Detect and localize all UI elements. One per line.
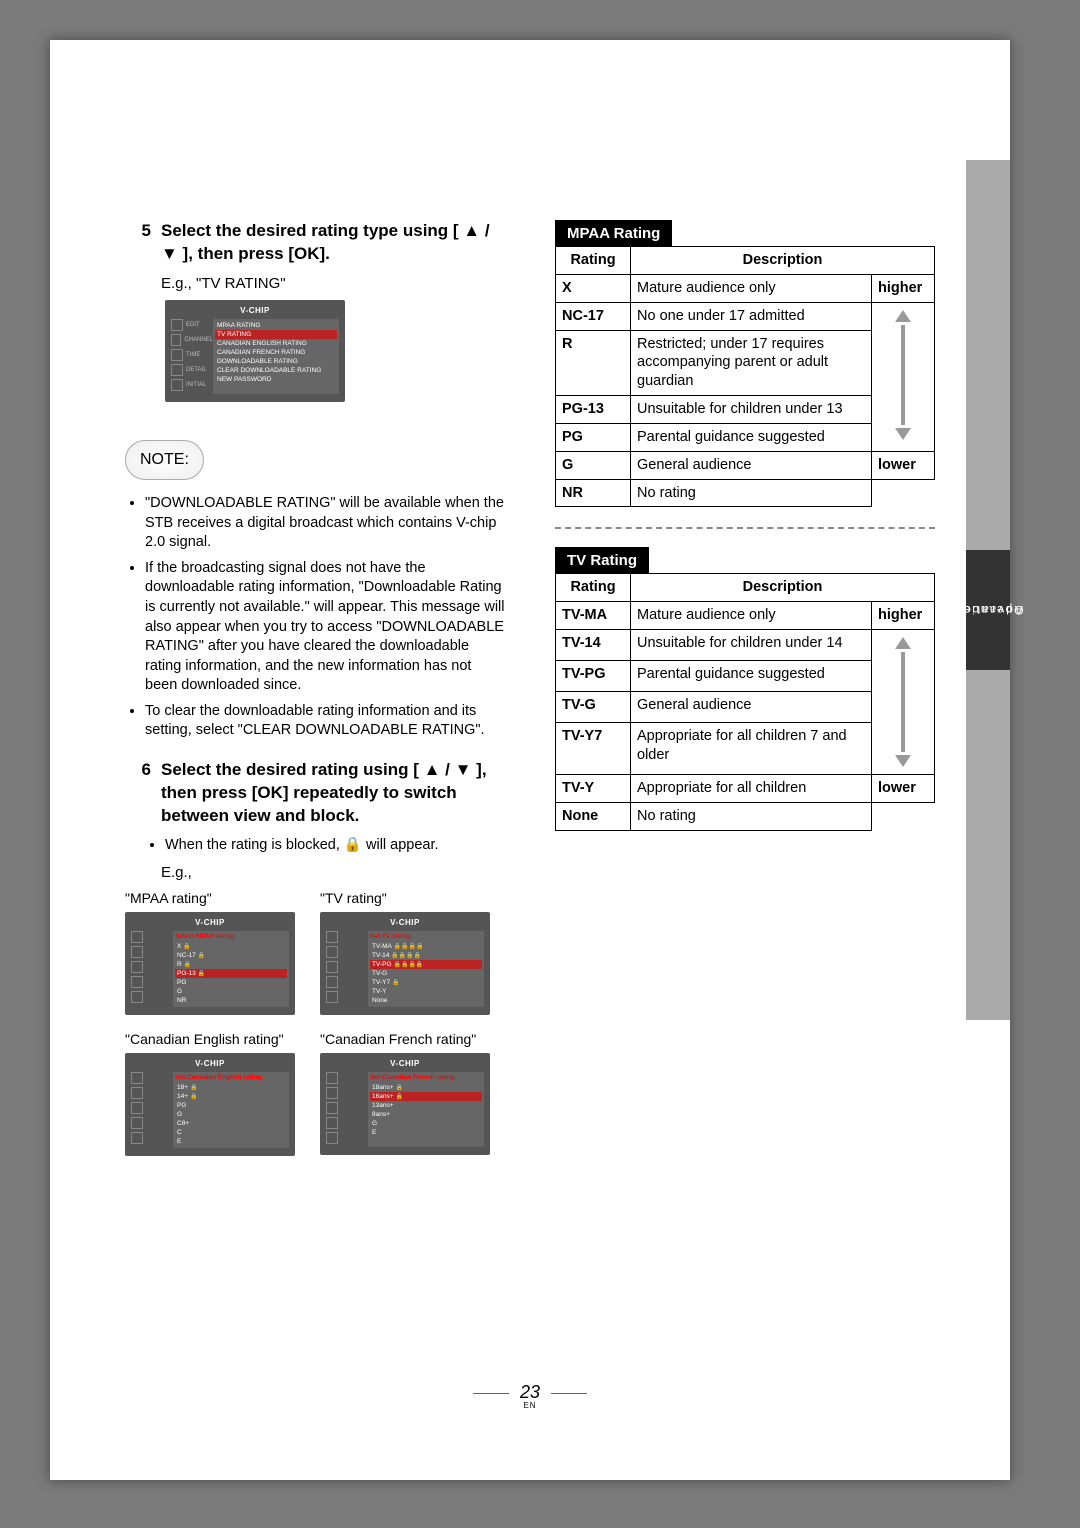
step-6-heading: 6 Select the desired rating using [ ▲ / … — [125, 759, 505, 828]
manual-page: AdvancedOperation 5 Select the desired r… — [50, 40, 1010, 1480]
arrow-up-icon — [895, 310, 911, 322]
tv-rating-header: TV Rating — [555, 547, 649, 574]
step-5-example: E.g., "TV RATING" — [161, 274, 505, 294]
page-number: 23 — [520, 1382, 540, 1402]
caption-mpaa: "MPAA rating" — [125, 890, 310, 906]
step-6-eg: E.g., — [161, 863, 505, 883]
mpaa-rating-table: RatingDescription XMature audience only … — [555, 246, 935, 507]
note-badge: NOTE: — [125, 440, 204, 480]
osd-canadian-english: V-CHIP Set Canadian English rating. — [125, 1053, 295, 1156]
step-6-bullet: When the rating is blocked, 🔒 will appea… — [145, 836, 505, 856]
side-tab-gray — [966, 160, 1010, 550]
note-list: "DOWNLOADABLE RATING" will be available … — [125, 494, 505, 741]
arrow-down-icon — [895, 755, 911, 767]
osd-mpaa: V-CHIP Select MPAA rating. — [125, 912, 295, 1015]
right-column: MPAA Rating RatingDescription XMature au… — [555, 220, 935, 851]
step-5-heading: 5 Select the desired rating type using [… — [125, 220, 505, 266]
osd-canadian-french: V-CHIP Set Canadian French rating. — [320, 1053, 490, 1155]
mpaa-rating-header: MPAA Rating — [555, 220, 672, 247]
tv-rating-table: RatingDescription TV-MAMature audience o… — [555, 573, 935, 830]
caption-cf: "Canadian French rating" — [320, 1031, 505, 1047]
side-tab-gray-2 — [966, 670, 1010, 1020]
osd-vchip-menu: V-CHIP EDIT CHANNEL TIME DETAIL INITIAL … — [165, 300, 345, 402]
caption-tv: "TV rating" — [320, 890, 505, 906]
left-column: 5 Select the desired rating type using [… — [125, 220, 505, 1166]
side-tab-advanced-operation: AdvancedOperation — [966, 550, 1010, 670]
osd-tv: V-CHIP Set TV rating. TV- — [320, 912, 490, 1015]
arrow-up-icon — [895, 637, 911, 649]
caption-ce: "Canadian English rating" — [125, 1031, 310, 1047]
page-footer: 23 EN — [50, 1382, 1010, 1410]
arrow-down-icon — [895, 428, 911, 440]
dashed-separator — [555, 527, 935, 529]
